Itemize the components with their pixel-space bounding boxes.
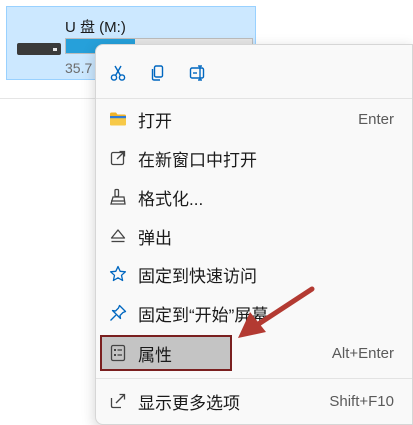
pin-icon [108,303,128,323]
menu-item-pin-start[interactable]: 固定到“开始”屏幕 [102,296,408,330]
menu-item-label: 打开 [138,111,172,131]
menu-separator [96,378,412,379]
eject-icon [108,226,128,246]
menu-item-eject[interactable]: 弹出 [102,219,408,253]
drive-free-space: 35.7 [65,60,93,76]
menu-item-properties[interactable]: 属性 Alt+Enter [100,335,408,371]
properties-icon [108,343,128,363]
drive-name: U 盘 (M:) [65,19,126,36]
menu-item-shortcut: Shift+F10 [329,392,394,410]
menu-item-open[interactable]: 打开 Enter [102,102,408,136]
divider [0,98,100,99]
cut-button[interactable] [104,59,132,87]
menu-item-format[interactable]: 格式化... [102,180,408,214]
quick-actions-row [96,53,412,93]
rename-button[interactable] [184,59,212,87]
menu-item-label: 固定到快速访问 [138,266,257,286]
menu-item-label: 固定到“开始”屏幕 [138,305,269,325]
copy-icon [151,65,164,81]
open-new-window-icon [108,148,128,168]
cut-icon [110,65,126,81]
format-icon [108,187,128,207]
menu-item-pin-quick-access[interactable]: 固定到快速访问 [102,257,408,291]
menu-item-show-more-options[interactable]: 显示更多选项 Shift+F10 [102,384,408,418]
more-options-icon [108,391,128,411]
menu-item-label: 在新窗口中打开 [138,150,257,170]
folder-icon [108,109,128,129]
menu-item-open-new-window[interactable]: 在新窗口中打开 [102,141,408,175]
menu-item-label: 属性 [138,345,172,365]
menu-item-shortcut: Alt+Enter [331,344,394,362]
menu-item-shortcut: Enter [358,110,394,128]
menu-separator [96,98,412,99]
star-icon [108,264,128,284]
rename-icon [189,65,205,81]
menu-item-label: 显示更多选项 [138,393,240,413]
menu-item-label: 格式化... [138,189,204,209]
context-menu: 打开 Enter 在新窗口中打开 格式化... 弹出 固定到快速访问 固定到“开… [95,44,413,425]
copy-button[interactable] [144,59,172,87]
menu-item-label: 弹出 [138,228,172,248]
usb-drive-icon [17,43,61,55]
